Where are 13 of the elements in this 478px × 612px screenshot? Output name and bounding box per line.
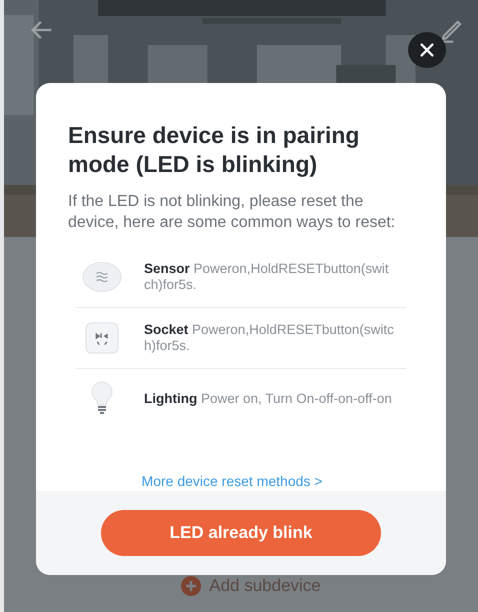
plus-icon bbox=[181, 576, 202, 596]
reset-instruction: Sensor Poweron,HoldRESETbutton(switch)for5s. bbox=[144, 261, 390, 293]
light-bulb-icon bbox=[90, 381, 114, 417]
round-sensor-icon bbox=[82, 260, 122, 294]
close-icon bbox=[418, 41, 436, 59]
add-subdevice-button[interactable]: Add subdevice bbox=[181, 576, 321, 596]
reset-instruction: Socket Poweron,HoldRESETbutton(switch)for5s. bbox=[144, 322, 395, 354]
socket-icon bbox=[85, 322, 119, 354]
reset-instruction: Lighting Power on, Turn On-off-on-off-on bbox=[144, 391, 393, 407]
dialog-title: Ensure device is in pairing mode (LED is blinking) bbox=[68, 121, 360, 179]
more-reset-methods-link[interactable]: More device reset methods > bbox=[142, 473, 322, 489]
dialog-description: If the LED is not blinking, please reset the device, here are some common ways to reset: bbox=[68, 192, 396, 233]
led-already-blink-button[interactable]: LED already blink bbox=[101, 510, 381, 556]
